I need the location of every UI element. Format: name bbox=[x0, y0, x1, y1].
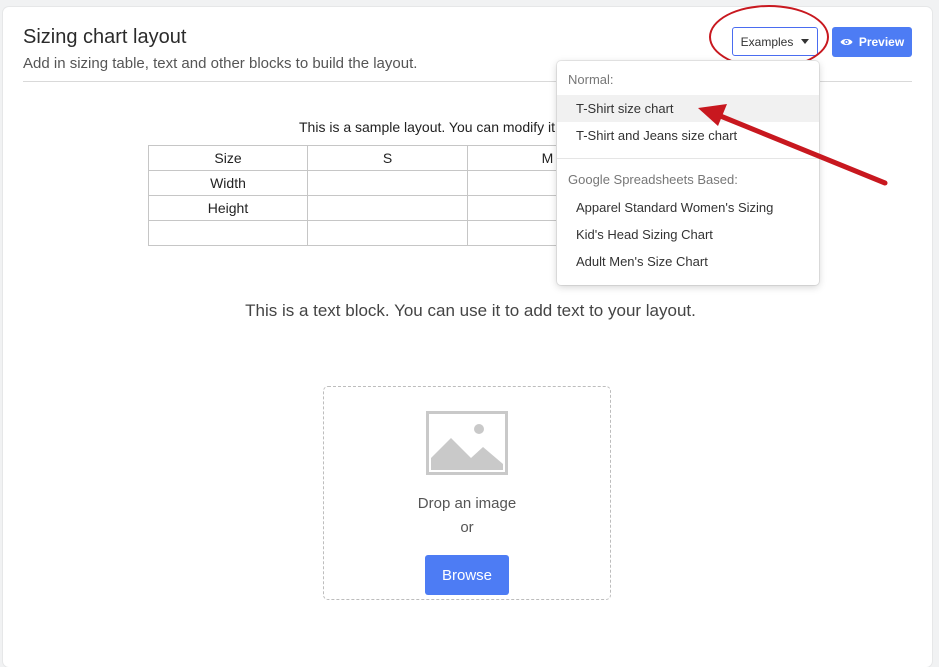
table-cell[interactable] bbox=[307, 195, 468, 221]
text-block[interactable]: This is a text block. You can use it to … bbox=[3, 301, 938, 321]
drop-image-text: Drop an image bbox=[417, 495, 517, 512]
sample-caption: This is a sample layout. You can modify … bbox=[299, 119, 567, 135]
menu-header-normal: Normal: bbox=[568, 72, 614, 87]
examples-dropdown-menu: Normal: T-Shirt size chart T-Shirt and J… bbox=[557, 61, 819, 285]
menu-header-spreadsheets: Google Spreadsheets Based: bbox=[568, 172, 738, 187]
preview-button[interactable]: Preview bbox=[832, 27, 912, 57]
caret-down-icon bbox=[801, 39, 810, 44]
or-text: or bbox=[460, 519, 474, 536]
table-cell[interactable] bbox=[307, 220, 468, 246]
table-cell[interactable]: Height bbox=[148, 195, 308, 221]
menu-item-tshirt-size-chart[interactable]: T-Shirt size chart bbox=[557, 95, 819, 122]
page-subtitle: Add in sizing table, text and other bloc… bbox=[23, 55, 418, 72]
table-cell[interactable]: Width bbox=[148, 170, 308, 196]
menu-item-adult-mens-size[interactable]: Adult Men's Size Chart bbox=[557, 248, 819, 275]
page-title: Sizing chart layout bbox=[23, 26, 187, 48]
menu-item-tshirt-jeans-size-chart[interactable]: T-Shirt and Jeans size chart bbox=[557, 122, 819, 149]
preview-label: Preview bbox=[858, 35, 905, 49]
table-cell[interactable] bbox=[148, 220, 308, 246]
menu-item-apparel-standard-womens[interactable]: Apparel Standard Women's Sizing bbox=[557, 194, 819, 221]
table-cell[interactable]: Size bbox=[148, 145, 308, 171]
menu-item-kids-head-sizing[interactable]: Kid's Head Sizing Chart bbox=[557, 221, 819, 248]
table-cell[interactable] bbox=[307, 170, 468, 196]
image-dropzone[interactable]: Drop an image or Browse bbox=[323, 386, 611, 600]
eye-icon bbox=[840, 39, 853, 45]
table-cell[interactable]: S bbox=[307, 145, 468, 171]
landscape-icon bbox=[429, 414, 505, 472]
examples-label: Examples bbox=[740, 34, 794, 49]
menu-divider bbox=[557, 158, 819, 159]
examples-dropdown-button[interactable]: Examples bbox=[732, 27, 818, 56]
image-placeholder-icon bbox=[426, 411, 508, 475]
browse-button[interactable]: Browse bbox=[425, 555, 509, 595]
